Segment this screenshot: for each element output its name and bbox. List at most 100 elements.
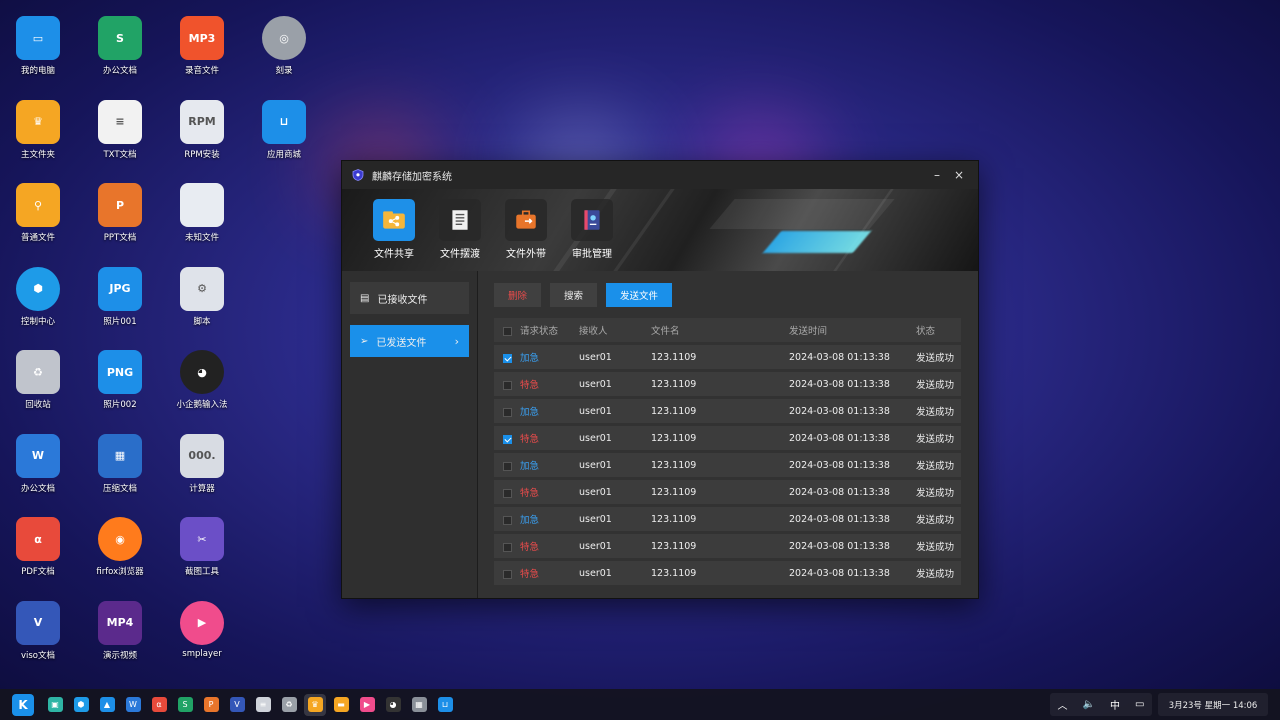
desktop-shortcut[interactable]: ♻ 回收站 <box>0 350 77 410</box>
nav-tab-approval-management[interactable]: 审批管理 <box>570 199 614 260</box>
close-button[interactable]: × <box>950 168 968 182</box>
ppt-icon: P <box>203 697 219 712</box>
select-all-checkbox[interactable] <box>503 327 512 336</box>
delete-button[interactable]: 删除 <box>494 283 542 307</box>
script-icon: ⚙ <box>180 266 224 311</box>
visio-icon: V <box>229 697 245 712</box>
desktop-shortcut[interactable]: RPM RPM安装 <box>163 99 241 160</box>
row-checkbox[interactable] <box>503 489 512 498</box>
desktop-shortcut[interactable]: 未知文件 <box>163 183 241 243</box>
desktop-shortcut[interactable]: ◉ firfox浏览器 <box>81 517 159 577</box>
taskbar-pdf-icon[interactable]: ⍺ <box>148 694 170 716</box>
desktop-shortcut-label: PPT文档 <box>103 233 137 243</box>
display-icon[interactable]: ▭ <box>1135 699 1144 710</box>
nav-tab-file-share[interactable]: 文件共享 <box>372 199 416 260</box>
table-row[interactable]: 加急 user01 123.1109 2024-03-08 01:13:38 发送成功 <box>494 507 961 531</box>
table-row[interactable]: 加急 user01 123.1109 2024-03-08 01:13:38 发送成功 <box>494 345 961 369</box>
tray-expand-icon[interactable]: ︿ <box>1058 697 1068 712</box>
desktop-shortcut[interactable]: S 办公文档 <box>81 16 159 76</box>
taskbar-word-doc-icon[interactable]: W <box>122 694 144 716</box>
sidebar-item-received-files[interactable]: ▤ 已接收文件 <box>350 282 469 314</box>
title-bar[interactable]: 麒麟存储加密系统 – × <box>342 161 978 189</box>
desktop-shortcut[interactable]: JPG 照片001 <box>81 266 159 327</box>
clock[interactable]: 3月23号 星期一 14:06 <box>1158 693 1268 716</box>
send-time-cell: 2024-03-08 01:13:38 <box>789 351 890 363</box>
row-checkbox[interactable] <box>503 570 512 579</box>
taskbar-trash-icon[interactable]: ♻ <box>278 694 300 716</box>
start-menu-button[interactable]: K <box>12 693 34 716</box>
taskbar-app-store-icon[interactable]: ⊔ <box>434 694 456 716</box>
taskbar-desktop-icon[interactable]: ▣ <box>44 694 66 716</box>
table-row[interactable]: 特急 user01 123.1109 2024-03-08 01:13:38 发送成功 <box>494 372 961 396</box>
desktop-shortcut[interactable]: ◎ 刻录 <box>245 16 323 76</box>
desktop-shortcut-label: 未知文件 <box>184 233 219 243</box>
taskbar-penguin-ime-icon[interactable]: ◕ <box>382 694 404 716</box>
table-row[interactable]: 特急 user01 123.1109 2024-03-08 01:13:38 发送成功 <box>494 534 961 558</box>
taskbar-control-center-icon[interactable]: ⬢ <box>70 694 92 716</box>
minimize-button[interactable]: – <box>928 168 946 182</box>
volume-icon[interactable]: 🔈 <box>1083 699 1095 710</box>
sidebar-item-sent-files[interactable]: ➢ 已发送文件 › <box>350 325 469 357</box>
nav-tab-file-ferry[interactable]: 文件摆渡 <box>438 199 482 260</box>
desktop-shortcut-label: 刻录 <box>275 66 293 76</box>
desktop-shortcut[interactable]: ≡ TXT文档 <box>81 99 159 160</box>
desktop-shortcut[interactable]: ⍺ PDF文档 <box>0 517 77 577</box>
desktop-shortcut[interactable]: ⚙ 脚本 <box>163 266 241 327</box>
desktop-shortcut[interactable]: ▶ smplayer <box>163 600 241 659</box>
taskbar-visio-icon[interactable]: V <box>226 694 248 716</box>
row-checkbox[interactable] <box>503 462 512 471</box>
table-row[interactable]: 加急 user01 123.1109 2024-03-08 01:13:38 发送成功 <box>494 453 961 477</box>
taskbar-calculator-icon[interactable]: ▦ <box>408 694 430 716</box>
filename-cell: 123.1109 <box>651 486 697 498</box>
desktop-shortcut[interactable]: ⚲ 普通文件 <box>0 183 77 243</box>
app-store-icon: ⊔ <box>437 697 453 712</box>
input-method-indicator[interactable]: 中 <box>1110 697 1120 712</box>
toolbar: 删除 搜索 发送文件 <box>494 283 962 307</box>
row-checkbox[interactable] <box>503 435 512 444</box>
desktop-shortcut[interactable]: ▭ 我的电脑 <box>0 16 77 76</box>
taskbar-ppt-icon[interactable]: P <box>200 694 222 716</box>
filename-cell: 123.1109 <box>651 378 697 390</box>
desktop-shortcut[interactable]: ♛ 主文件夹 <box>0 99 77 160</box>
desktop-shortcut[interactable]: 000. 计算器 <box>163 433 241 494</box>
rpm-package-icon: RPM <box>180 99 224 144</box>
desktop-shortcut[interactable]: P PPT文档 <box>81 183 159 243</box>
search-button[interactable]: 搜索 <box>550 283 598 307</box>
desktop-shortcut[interactable]: ⊔ 应用商城 <box>245 99 323 160</box>
priority-cell: 特急 <box>494 426 579 450</box>
desktop-shortcut[interactable]: MP3 录音文件 <box>163 16 241 76</box>
word-doc-icon: W <box>125 697 141 712</box>
desktop-shortcut[interactable]: ▦ 压缩文档 <box>81 433 159 494</box>
desktop-shortcut[interactable]: PNG 照片002 <box>81 350 159 410</box>
table-row[interactable]: 特急 user01 123.1109 2024-03-08 01:13:38 发送成功 <box>494 426 961 450</box>
table-row[interactable]: 加急 user01 123.1109 2024-03-08 01:13:38 发送成功 <box>494 399 961 423</box>
taskbar-folder-icon[interactable]: ▬ <box>330 694 352 716</box>
row-checkbox[interactable] <box>503 354 512 363</box>
desktop-shortcut[interactable]: ◕ 小企鹅输入法 <box>163 350 241 410</box>
taskbar-png-image-icon[interactable]: ▲ <box>96 694 118 716</box>
status-cell: 发送成功 <box>916 380 955 391</box>
desktop-shortcut[interactable]: Vviso文档 <box>0 600 77 661</box>
send-file-button[interactable]: 发送文件 <box>606 283 673 307</box>
row-checkbox[interactable] <box>503 408 512 417</box>
priority-badge: 加急 <box>520 515 540 526</box>
table-row[interactable]: 特急 user01 123.1109 2024-03-08 01:13:38 发送成功 <box>494 561 961 585</box>
taskbar-home-folder-icon[interactable]: ♛ <box>304 693 326 716</box>
row-checkbox[interactable] <box>503 381 512 390</box>
desktop-shortcut[interactable]: ⬢ 控制中心 <box>0 266 77 327</box>
word-doc-icon: W <box>16 433 60 478</box>
file-carry-out-icon <box>505 199 547 241</box>
desktop-shortcut[interactable]: MP4 演示视频 <box>81 600 159 661</box>
desktop-shortcut-label: 演示视频 <box>102 650 137 661</box>
mp4-video-icon: MP4 <box>98 600 142 645</box>
send-time-cell: 2024-03-08 01:13:38 <box>789 486 890 498</box>
taskbar-spreadsheet-icon[interactable]: S <box>174 694 196 716</box>
nav-tab-file-carry-out[interactable]: 文件外带 <box>504 199 548 260</box>
row-checkbox[interactable] <box>503 543 512 552</box>
taskbar-smplayer-icon[interactable]: ▶ <box>356 694 378 716</box>
taskbar-txt-doc-icon[interactable]: ≡ <box>252 694 274 716</box>
desktop-shortcut[interactable]: ✂ 截图工具 <box>163 517 241 577</box>
desktop-shortcut[interactable]: W 办公文档 <box>0 433 77 494</box>
table-row[interactable]: 特急 user01 123.1109 2024-03-08 01:13:38 发送成功 <box>494 480 961 504</box>
row-checkbox[interactable] <box>503 516 512 525</box>
